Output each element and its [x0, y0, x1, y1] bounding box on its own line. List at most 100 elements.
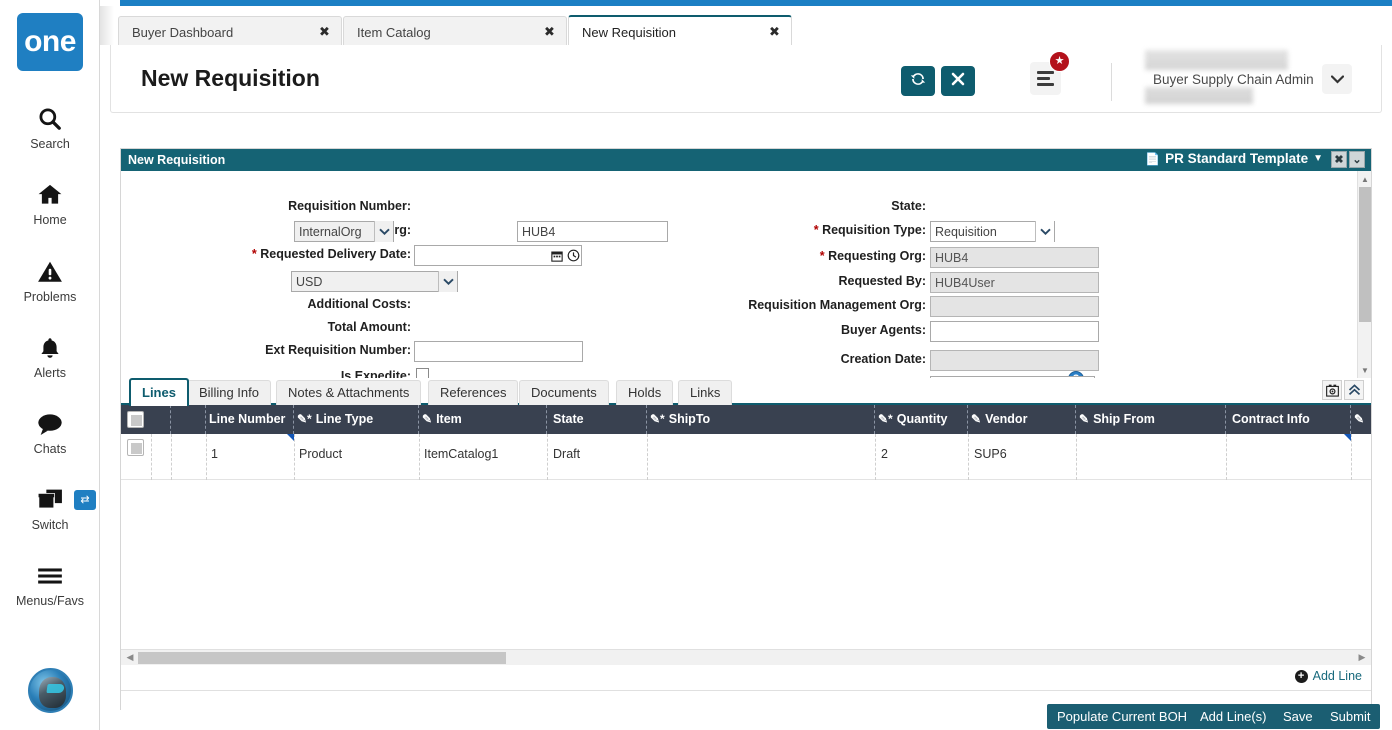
tab-billing-info[interactable]: Billing Info [187, 380, 271, 405]
populate-current-boh-button[interactable]: Populate Current BOH [1047, 704, 1198, 729]
cell-quantity[interactable]: 2 [881, 447, 888, 461]
sidebar-item-chats[interactable]: Chats [0, 407, 100, 456]
template-label: PR Standard Template [1165, 151, 1309, 166]
grid-col-overflow[interactable]: ✎ [1351, 405, 1371, 434]
user-profile-block[interactable]: Buyer Supply Chain Admin [1145, 50, 1320, 105]
tab-references[interactable]: References [428, 380, 519, 405]
refresh-button[interactable] [901, 66, 935, 96]
tab-close-icon[interactable]: ✖ [767, 24, 782, 39]
ext-requisition-number-input[interactable] [414, 341, 583, 362]
sidebar-item-problems[interactable]: Problems [0, 255, 100, 304]
cell-vendor[interactable]: SUP6 [974, 447, 1007, 461]
chevron-down-icon[interactable] [1035, 221, 1054, 242]
tab-notes-attachments[interactable]: Notes & Attachments [276, 380, 422, 405]
is-expedite-checkbox[interactable] [416, 368, 429, 378]
chevron-down-icon[interactable] [374, 221, 393, 242]
grid-col-vendor[interactable]: ✎ Vendor [968, 405, 1076, 434]
grid-col-line-number[interactable]: Line Number [206, 405, 294, 434]
user-menu-chevron-down-icon[interactable] [1322, 64, 1352, 94]
cell-line-type[interactable]: Product [299, 447, 342, 461]
save-button[interactable]: Save [1273, 704, 1323, 729]
requisition-form: Requisition Number: * Purchasing Org: In… [121, 171, 1371, 378]
requisition-type-select[interactable]: Requisition [930, 221, 1055, 242]
calendar-icon[interactable] [549, 245, 566, 266]
sidebar-label-home: Home [33, 213, 67, 227]
requested-delivery-date-input[interactable] [414, 245, 555, 266]
one-network-logo[interactable]: one [17, 13, 83, 71]
grid-col-line-type[interactable]: ✎* Line Type [294, 405, 419, 434]
label-ext-requisition-number: Ext Requisition Number: [265, 343, 411, 357]
double-chevron-up-icon[interactable] [1344, 380, 1364, 400]
tab-item-catalog[interactable]: Item Catalog ✖ [343, 16, 567, 48]
label-additional-costs: Additional Costs: [307, 297, 411, 311]
sidebar-item-menus-favs[interactable]: Menus/Favs [0, 559, 100, 608]
grid-col-shipto[interactable]: ✎* ShipTo [647, 405, 875, 434]
label-requested-by: Requested By: [838, 274, 926, 288]
tab-holds[interactable]: Holds [616, 380, 674, 405]
tab-close-icon[interactable]: ✖ [542, 24, 557, 39]
template-selector[interactable]: 📄 PR Standard Template ▼ [1145, 151, 1323, 166]
grid-body: 1 Product ItemCatalog1 Draft 2 SUP6 [121, 434, 1371, 649]
requesting-org-input [930, 247, 1099, 268]
tab-links[interactable]: Links [678, 380, 733, 405]
edit-pencil-icon: ✎* [297, 412, 312, 426]
grid-col-quantity[interactable]: ✎* Quantity [875, 405, 968, 434]
grid-col-item[interactable]: ✎ Item [419, 405, 547, 434]
add-line-button[interactable]: + Add Line [1294, 669, 1362, 683]
cell-line-number: 1 [211, 447, 218, 461]
currency-select[interactable]: USD [291, 271, 458, 292]
user-avatar[interactable] [28, 668, 73, 713]
panel-collapse-button[interactable]: ⌄ [1349, 151, 1365, 168]
switch-org-badge-icon[interactable]: ⇄ [74, 490, 96, 510]
sidebar-label-problems: Problems [23, 290, 77, 304]
tab-documents[interactable]: Documents [519, 380, 609, 405]
gear-settings-icon[interactable] [1322, 380, 1342, 400]
sidebar-label-menus-favs: Menus/Favs [15, 594, 85, 608]
requested-by-input [930, 272, 1099, 293]
tabbar-shadow [100, 6, 114, 45]
chevron-down-icon[interactable] [438, 271, 457, 292]
grid-col-ship-from[interactable]: ✎ Ship From [1076, 405, 1226, 434]
add-lines-button[interactable]: Add Line(s) [1190, 704, 1277, 729]
scrollbar-thumb[interactable] [138, 652, 506, 664]
buyer-agents-input[interactable] [930, 321, 1099, 342]
select-all-checkbox[interactable] [127, 411, 144, 428]
scroll-down-arrow-icon[interactable]: ▼ [1358, 363, 1372, 377]
tab-close-icon[interactable]: ✖ [317, 24, 332, 39]
avatar-visor [46, 684, 65, 693]
scrollbar-thumb[interactable] [1359, 187, 1371, 322]
edit-pencil-icon: ✎ [1354, 412, 1365, 426]
scroll-right-arrow-icon[interactable]: ▶ [1355, 650, 1369, 665]
scroll-left-arrow-icon[interactable]: ◀ [123, 650, 137, 665]
purchasing-org-type-select[interactable]: InternalOrg [294, 221, 394, 242]
bell-icon [0, 331, 100, 365]
table-row[interactable]: 1 Product ItemCatalog1 Draft 2 SUP6 [121, 434, 1371, 480]
sidebar-label-search: Search [30, 137, 70, 151]
grid-horizontal-scrollbar[interactable]: ◀ ▶ [121, 649, 1371, 665]
search-icon [0, 102, 100, 136]
row-select-checkbox[interactable] [127, 439, 144, 456]
clock-icon[interactable] [565, 245, 582, 266]
sidebar-item-alerts[interactable]: Alerts [0, 331, 100, 380]
sidebar-item-home[interactable]: Home [0, 178, 100, 227]
requisition-type-value: Requisition [935, 225, 997, 239]
sidebar-item-search[interactable]: Search [0, 102, 100, 151]
submit-button[interactable]: Submit [1320, 704, 1381, 729]
header-divider [1111, 63, 1112, 101]
cell-item[interactable]: ItemCatalog1 [424, 447, 498, 461]
cell-state: Draft [553, 447, 581, 461]
scroll-up-arrow-icon[interactable]: ▲ [1358, 172, 1372, 186]
close-button[interactable] [941, 66, 975, 96]
tab-buyer-dashboard[interactable]: Buyer Dashboard ✖ [118, 16, 342, 48]
currency-value: USD [296, 275, 323, 289]
label-buyer-agents: Buyer Agents: [841, 323, 926, 337]
add-line-label: Add Line [1312, 669, 1362, 683]
panel-close-button[interactable]: ✖ [1331, 151, 1347, 168]
grid-col-state[interactable]: State [547, 405, 647, 434]
tab-lines[interactable]: Lines [129, 378, 189, 406]
label-requesting-org: * Requesting Org: [819, 249, 926, 263]
form-vertical-scrollbar[interactable]: ▲ ▼ [1357, 171, 1371, 378]
add-line-bar: + Add Line [121, 665, 1371, 691]
tab-new-requisition[interactable]: New Requisition ✖ [568, 15, 792, 49]
grid-col-contract-info[interactable]: Contract Info [1226, 405, 1351, 434]
